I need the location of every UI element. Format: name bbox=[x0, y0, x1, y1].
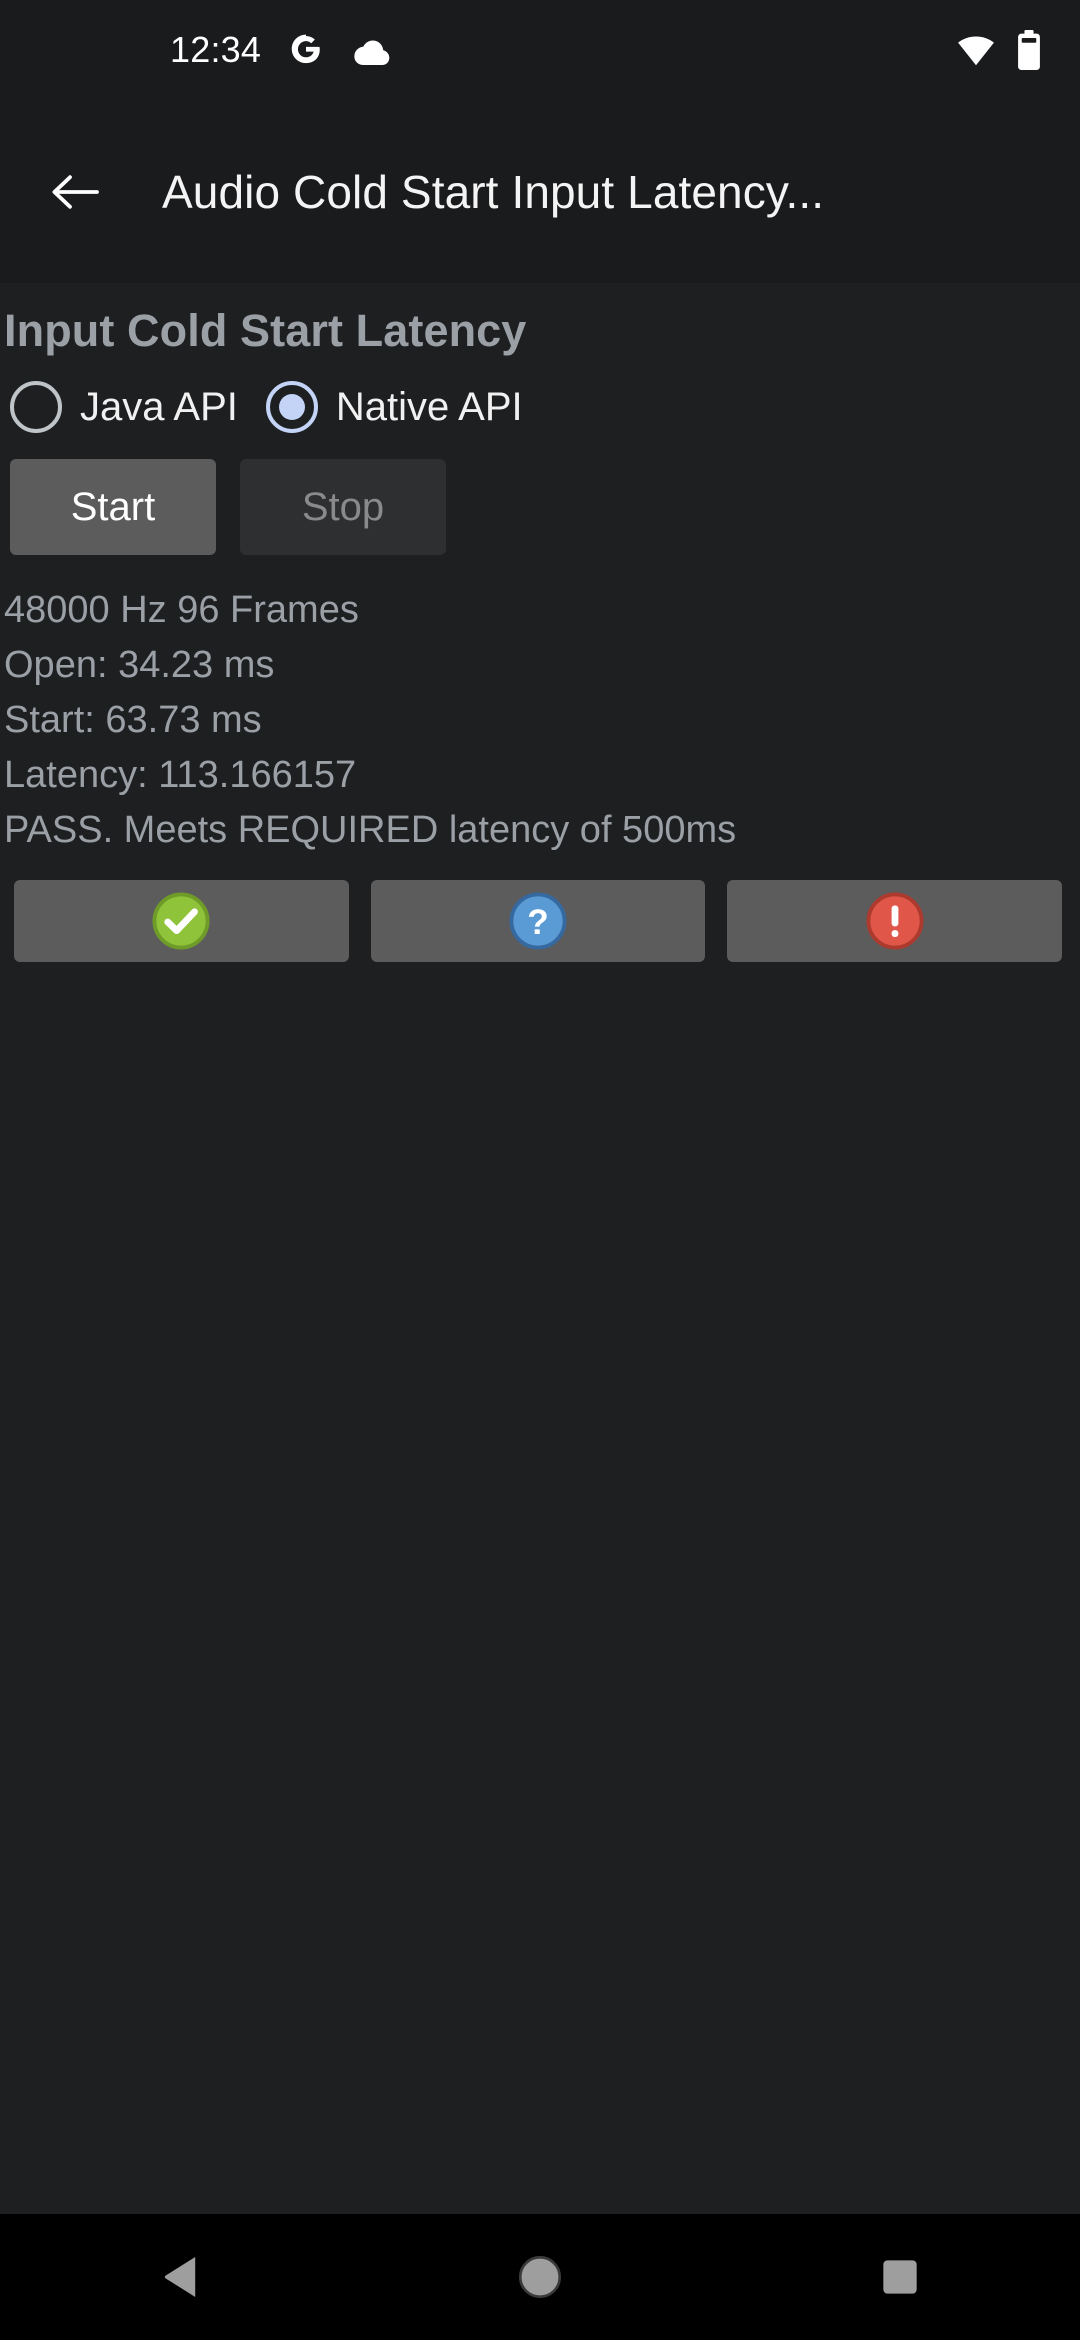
system-navigation-bar bbox=[0, 2214, 1080, 2340]
result-line-open: Open: 34.23 ms bbox=[4, 644, 275, 686]
verdict-button-row: ? bbox=[0, 858, 1080, 962]
nav-home-icon bbox=[517, 2254, 563, 2300]
page-title: Audio Cold Start Input Latency... bbox=[162, 165, 825, 218]
app-bar: Audio Cold Start Input Latency... bbox=[0, 100, 1080, 283]
status-bar: 12:34 bbox=[0, 0, 1080, 100]
fail-exclamation-icon bbox=[866, 892, 924, 950]
cloud-icon bbox=[351, 35, 391, 65]
radio-label-java-api: Java API bbox=[80, 384, 238, 429]
control-button-row: Start Stop bbox=[0, 433, 1080, 555]
info-button[interactable]: ? bbox=[370, 880, 706, 962]
stop-button: Stop bbox=[240, 459, 446, 555]
google-g-icon bbox=[287, 31, 325, 69]
wifi-icon bbox=[956, 34, 996, 66]
nav-home-button[interactable] bbox=[465, 2214, 615, 2340]
pass-button[interactable] bbox=[14, 880, 349, 962]
fail-button[interactable] bbox=[727, 880, 1063, 962]
result-line-start: Start: 63.73 ms bbox=[4, 699, 262, 741]
result-line-latency: Latency: 113.166157 bbox=[4, 754, 357, 796]
svg-text:?: ? bbox=[527, 903, 548, 942]
status-bar-clock: 12:34 bbox=[170, 29, 262, 70]
status-bar-right bbox=[956, 30, 1042, 70]
radio-button-unchecked-icon bbox=[10, 381, 62, 433]
start-button[interactable]: Start bbox=[10, 459, 216, 555]
result-output: 48000 Hz 96 Frames Open: 34.23 ms Start:… bbox=[0, 555, 1080, 858]
back-button[interactable] bbox=[30, 147, 120, 237]
pass-check-icon bbox=[152, 892, 210, 950]
result-line-format: 48000 Hz 96 Frames bbox=[4, 589, 359, 631]
battery-icon bbox=[1016, 30, 1042, 70]
radio-label-native-api: Native API bbox=[335, 384, 523, 429]
radio-java-api[interactable]: Java API bbox=[10, 381, 238, 433]
nav-back-icon bbox=[161, 2254, 199, 2300]
info-question-icon: ? bbox=[509, 892, 567, 950]
main-content: Input Cold Start Latency Java API Native… bbox=[0, 283, 1080, 2214]
api-radio-group: Java API Native API bbox=[0, 357, 1080, 433]
nav-back-button[interactable] bbox=[105, 2214, 255, 2340]
radio-button-checked-icon bbox=[265, 381, 318, 433]
result-line-verdict: PASS. Meets REQUIRED latency of 500ms bbox=[4, 809, 737, 851]
back-arrow-icon bbox=[51, 171, 99, 213]
nav-recents-icon bbox=[880, 2257, 920, 2297]
status-bar-left: 12:34 bbox=[28, 29, 391, 71]
section-heading: Input Cold Start Latency bbox=[4, 305, 527, 356]
phone-screen: 12:34 Audio Cold Start Input Latency... … bbox=[0, 0, 1080, 2340]
nav-recents-button[interactable] bbox=[825, 2214, 975, 2340]
radio-native-api[interactable]: Native API bbox=[265, 381, 523, 433]
